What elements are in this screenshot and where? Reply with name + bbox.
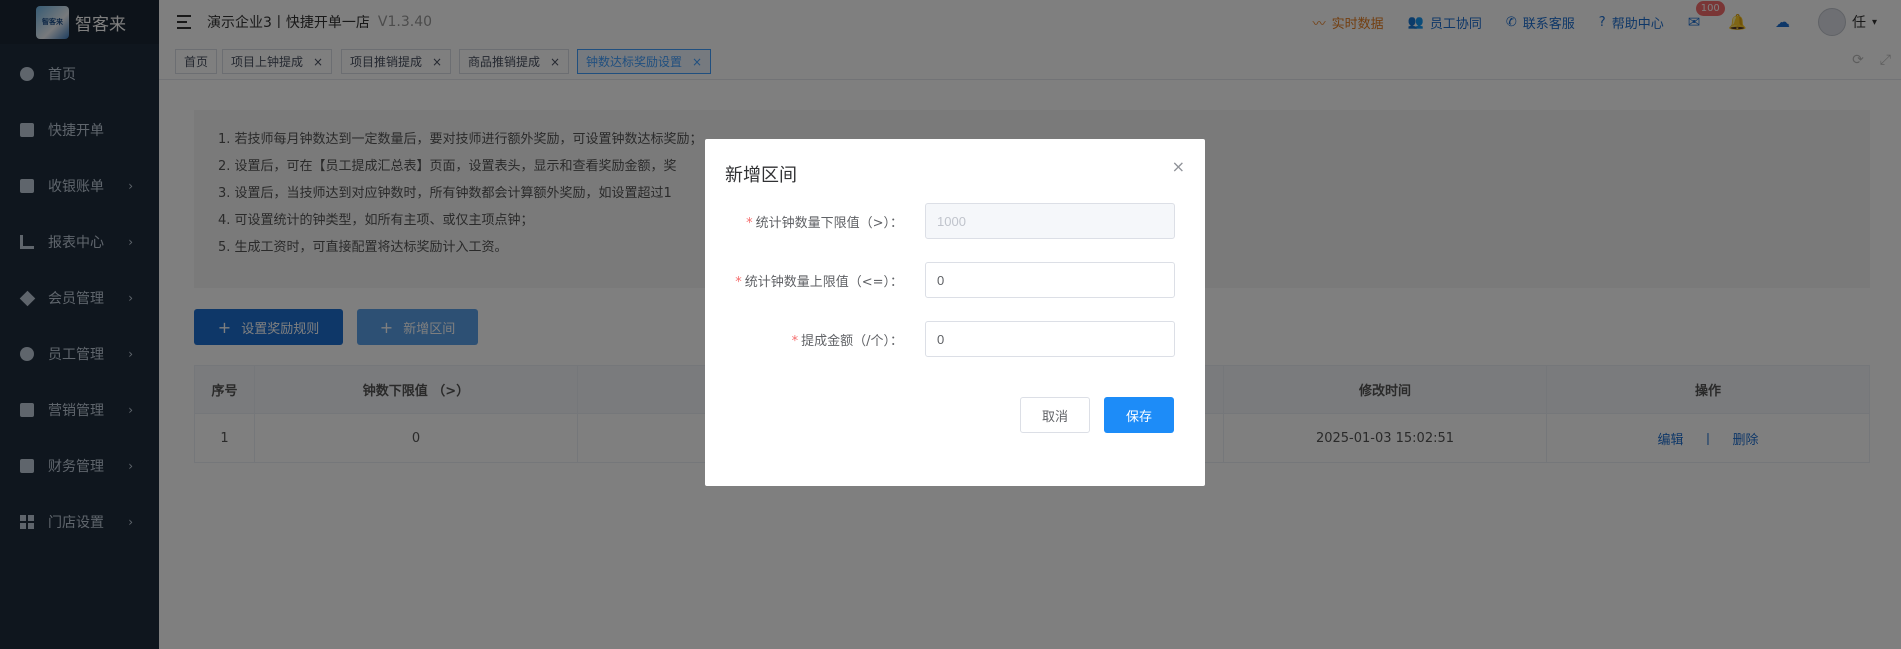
dialog-title: 新增区间	[725, 165, 797, 186]
commission-row: * 提成金额（/个）： 0	[705, 321, 1205, 357]
required-mark: *	[746, 215, 753, 231]
lower-limit-input: 1000	[925, 203, 1175, 239]
field-label: 统计钟数量上限值（<=）：	[744, 274, 903, 290]
lower-limit-label: * 统计钟数量下限值（>）：	[705, 212, 915, 231]
field-label: 提成金额（/个）：	[801, 333, 903, 349]
commission-input[interactable]: 0	[925, 321, 1175, 357]
save-button[interactable]: 保存	[1104, 397, 1174, 433]
close-icon[interactable]: ×	[1172, 157, 1185, 176]
field-label: 统计钟数量下限值（>）：	[755, 215, 903, 231]
add-range-dialog: 新增区间 × * 统计钟数量下限值（>）： 1000 * 统计钟数量上限值（<=）：…	[705, 139, 1205, 486]
required-mark: *	[791, 333, 799, 349]
upper-limit-label: * 统计钟数量上限值（<=）：	[705, 271, 915, 290]
required-mark: *	[735, 274, 742, 290]
upper-limit-row: * 统计钟数量上限值（<=）： 0	[705, 262, 1205, 298]
upper-limit-input[interactable]: 0	[925, 262, 1175, 298]
lower-limit-row: * 统计钟数量下限值（>）： 1000	[705, 203, 1205, 239]
cancel-button[interactable]: 取消	[1020, 397, 1090, 433]
commission-label: * 提成金额（/个）：	[705, 330, 915, 349]
